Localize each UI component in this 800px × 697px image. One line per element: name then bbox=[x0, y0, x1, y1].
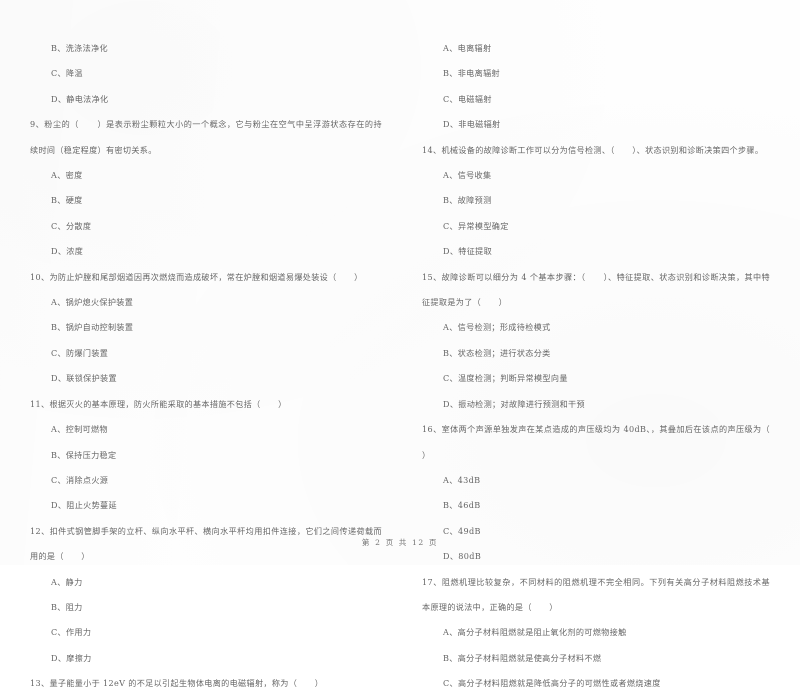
option-item: B、故障预测 bbox=[443, 195, 492, 206]
option-item: A、信号检测；形成待检模式 bbox=[443, 322, 551, 333]
option-item: A、控制可燃物 bbox=[51, 424, 108, 435]
question-block-9: 9、粉尘的（ ）是表示粉尘颗粒大小的一个概念，它与粉尘在空气中呈浮游状态存在的持… bbox=[30, 112, 382, 264]
option-item: C、异常模型确定 bbox=[443, 220, 509, 231]
left-column: B、洗涤法净化 C、降温 D、静电法净化 9、粉尘的（ ）是表示粉尘颗粒大小的一… bbox=[30, 36, 400, 688]
question-stem: 15、故障诊断可以细分为 4 个基本步骤：（ ）、特征提取、状态识别和诊断决策，… bbox=[422, 271, 770, 308]
question-block-14: 14、机械设备的故障诊断工作可以分为信号检测、（ ）、状态识别和诊断决策四个步骤… bbox=[422, 138, 770, 265]
question-stem: 16、室体两个声源单独发声在某点造成的声压级均为 40dB、，其叠加后在该点的声… bbox=[422, 424, 788, 460]
option-item: A、43dB bbox=[443, 474, 481, 485]
question-block-10: 10、为防止炉膛和尾部烟道因再次燃烧而造成破坏，常在炉膛和烟道易爆处装设（ ） … bbox=[30, 265, 382, 392]
option-item: D、浓度 bbox=[51, 246, 84, 257]
question-block-13: 13、量子能量小于 12eV 的不足以引起生物体电离的电磁辐射，称为（ ） bbox=[30, 671, 382, 696]
option-item: D、特征提取 bbox=[443, 246, 493, 257]
question-block-15: 15、故障诊断可以细分为 4 个基本步骤：（ ）、特征提取、状态识别和诊断决策，… bbox=[422, 265, 770, 417]
exam-page: B、洗涤法净化 C、降温 D、静电法净化 9、粉尘的（ ）是表示粉尘颗粒大小的一… bbox=[0, 0, 800, 688]
option-item: B、洗涤法净化 bbox=[51, 43, 108, 53]
option-item: B、锅炉自动控制装置 bbox=[51, 322, 134, 333]
option-item: A、密度 bbox=[51, 170, 83, 181]
option-item: B、46dB bbox=[443, 500, 481, 511]
two-column-body: B、洗涤法净化 C、降温 D、静电法净化 9、粉尘的（ ）是表示粉尘颗粒大小的一… bbox=[0, 0, 800, 688]
option-item: C、防爆门装置 bbox=[51, 347, 109, 358]
right-column: A、电离辐射 B、非电离辐射 C、电磁辐射 D、非电磁辐射 14、机械设备的故障… bbox=[400, 36, 788, 688]
question-stem: 10、为防止炉膛和尾部烟道因再次燃烧而造成破坏，常在炉膛和烟道易爆处装设（ ） bbox=[30, 271, 363, 282]
option-item: D、静电法净化 bbox=[51, 93, 109, 104]
option-item: B、保持压力稳定 bbox=[51, 449, 117, 460]
option-item: D、联锁保护装置 bbox=[51, 373, 117, 384]
option-item: C、温度检测；判断异常模型向量 bbox=[443, 373, 568, 384]
question-block-11: 11、根据灭火的基本原理，防火所能采取的基本措施不包括（ ） A、控制可燃物 B… bbox=[30, 392, 382, 519]
option-item: C、作用力 bbox=[51, 627, 92, 638]
question-stem: 17、阻燃机理比较复杂，不同材料的阻燃机理不完全相同。下列有关高分子材料阻燃技术… bbox=[422, 576, 770, 612]
option-item: B、硬度 bbox=[51, 195, 83, 206]
question-stem: 14、机械设备的故障诊断工作可以分为信号检测、（ ）、状态识别和诊断决策四个步骤… bbox=[422, 144, 764, 155]
option-item: B、非电离辐射 bbox=[443, 68, 500, 79]
question-block-17: 17、阻燃机理比较复杂，不同材料的阻燃机理不完全相同。下列有关高分子材料阻燃技术… bbox=[422, 570, 770, 697]
question-stem: 13、量子能量小于 12eV 的不足以引起生物体电离的电磁辐射，称为（ ） bbox=[30, 678, 324, 689]
option-item: D、振动检测；对故障进行预测和干预 bbox=[443, 398, 585, 409]
option-item: B、阻力 bbox=[51, 601, 83, 612]
option-item: C、消除点火源 bbox=[51, 474, 109, 485]
option-item: C、电磁辐射 bbox=[443, 93, 492, 104]
option-item: C、分散度 bbox=[51, 220, 92, 231]
option-item: A、电离辐射 bbox=[443, 43, 492, 53]
option-item: A、高分子材料阻燃就是阻止氧化剂的可燃物接触 bbox=[443, 627, 627, 638]
page-footer: 第 2 页 共 12 页 bbox=[361, 538, 439, 547]
option-item: D、摩擦力 bbox=[51, 652, 92, 663]
option-item: A、锅炉熄火保护装置 bbox=[51, 297, 134, 308]
option-item: A、信号收集 bbox=[443, 170, 492, 181]
option-item: D、阻止火势蔓延 bbox=[51, 500, 117, 511]
option-item: B、高分子材料阻燃就是使高分子材料不燃 bbox=[443, 652, 602, 663]
option-item: C、高分子材料阻燃就是降低高分子的可燃性或者燃烧速度 bbox=[443, 678, 661, 689]
option-item: A、静力 bbox=[51, 576, 83, 587]
option-item: B、状态检测；进行状态分类 bbox=[443, 347, 551, 358]
option-item: D、非电磁辐射 bbox=[443, 119, 501, 130]
option-item: C、降温 bbox=[51, 68, 83, 79]
question-stem: 9、粉尘的（ ）是表示粉尘颗粒大小的一个概念，它与粉尘在空气中呈浮游状态存在的持… bbox=[30, 119, 382, 155]
question-stem: 11、根据灭火的基本原理，防火所能采取的基本措施不包括（ ） bbox=[30, 398, 287, 409]
